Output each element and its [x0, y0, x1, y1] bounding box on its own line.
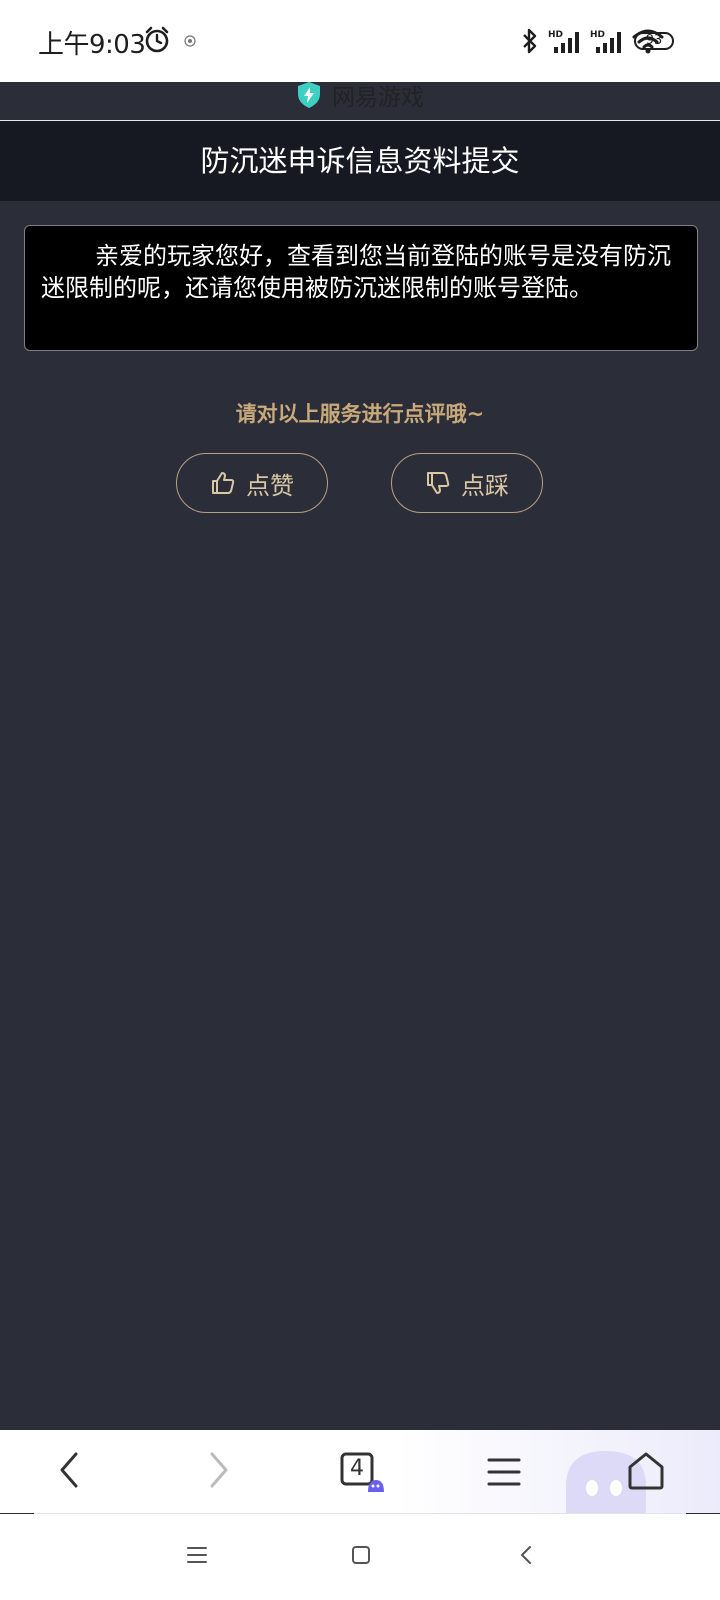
- back-icon[interactable]: [56, 1450, 86, 1490]
- like-button[interactable]: 点赞: [176, 453, 328, 513]
- notice-message: 亲爱的玩家您好，查看到您当前登陆的账号是没有防沉迷限制的呢，还请您使用被防沉迷限…: [24, 225, 698, 351]
- bluetooth-icon: [523, 28, 537, 54]
- rating-prompt: 请对以上服务进行点评哦~: [235, 402, 485, 426]
- location-dot-icon: [184, 35, 196, 47]
- hd-signal-icon: HD: [548, 30, 579, 53]
- alarm-icon: [145, 26, 169, 53]
- thumbs-down-icon: [427, 472, 450, 494]
- menu-icon[interactable]: [486, 1454, 522, 1490]
- home-icon[interactable]: [626, 1450, 666, 1492]
- page-title: 防沉迷申诉信息资料提交: [0, 121, 720, 201]
- dislike-button[interactable]: 点踩: [391, 453, 543, 513]
- svg-text:HD: HD: [548, 30, 563, 40]
- thumbs-up-icon: [212, 472, 235, 494]
- browser-toolbar: 4: [0, 1430, 720, 1513]
- site-title-bar: 网易游戏: [0, 78, 720, 112]
- tab-count: 4: [350, 1456, 364, 1481]
- battery-icon: 93: [634, 32, 674, 50]
- status-time: 上午9:03: [38, 30, 146, 60]
- back-icon[interactable]: [515, 1543, 539, 1567]
- menu-icon[interactable]: [185, 1543, 209, 1567]
- forward-icon[interactable]: [202, 1450, 232, 1490]
- system-nav-bar: [0, 1514, 720, 1600]
- status-bar: 上午9:03 HD HD 93: [0, 0, 720, 82]
- dislike-label: 点踩: [461, 471, 509, 500]
- site-title: 网易游戏: [332, 85, 424, 111]
- hd-signal-icon: HD: [590, 30, 621, 53]
- like-label: 点赞: [246, 471, 294, 500]
- battery-level: 93: [645, 33, 663, 48]
- svg-text:HD: HD: [590, 30, 605, 40]
- tabs-icon[interactable]: 4: [338, 1450, 384, 1496]
- shield-bolt-icon: [298, 82, 320, 108]
- home-square-icon[interactable]: [349, 1543, 373, 1567]
